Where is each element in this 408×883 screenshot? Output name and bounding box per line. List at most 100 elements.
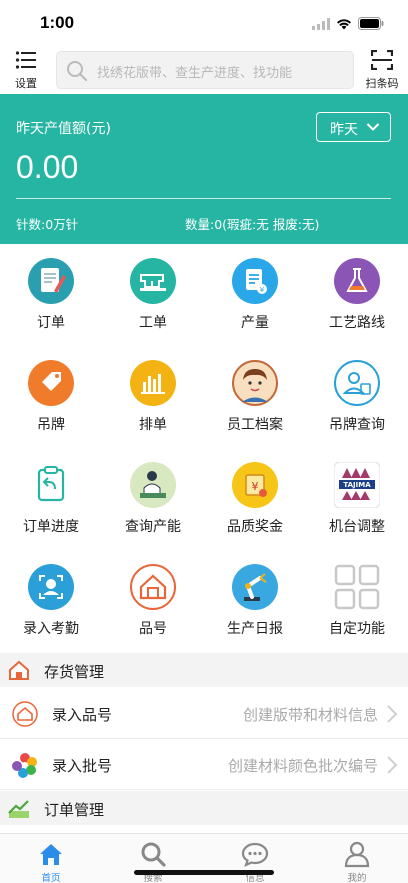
tab-profile[interactable]: 我的 bbox=[306, 838, 408, 883]
grid-label: 吊牌 bbox=[37, 417, 65, 433]
status-time: 1:00 bbox=[40, 13, 75, 32]
scan-barcode-button[interactable]: 扫条码 bbox=[360, 49, 404, 94]
grid-item-schedule[interactable]: 排单 bbox=[102, 354, 204, 454]
battery-icon bbox=[358, 15, 384, 34]
grid-item-quality-bonus[interactable]: ¥ 品质奖金 bbox=[204, 456, 306, 556]
settings-label: 设置 bbox=[15, 77, 37, 90]
grid-label: 工单 bbox=[139, 315, 167, 331]
grid-item-output[interactable]: ¥ 产量 bbox=[204, 252, 306, 352]
orders-section-header: 订单管理 bbox=[0, 791, 408, 825]
period-dropdown[interactable]: 昨天 bbox=[316, 112, 391, 142]
grid-item-product-number[interactable]: 品号 bbox=[102, 558, 204, 658]
chevron-down-icon bbox=[366, 123, 380, 131]
stitch-count: 针数:0万针 bbox=[16, 217, 79, 232]
home-indicator bbox=[134, 870, 274, 875]
home-icon bbox=[40, 844, 62, 865]
search-icon bbox=[67, 61, 88, 82]
inventory-section-header: 存货管理 bbox=[0, 653, 408, 687]
search-input[interactable]: 找绣花版带、查生产进度、找功能 bbox=[56, 51, 354, 89]
summary-title: 昨天产值额(元) bbox=[16, 121, 111, 137]
svg-text:¥: ¥ bbox=[252, 480, 259, 493]
schedule-icon bbox=[130, 360, 176, 406]
custom-grid-icon bbox=[334, 564, 380, 610]
color-palette-icon bbox=[12, 753, 37, 778]
signal-icon bbox=[312, 15, 330, 34]
grid-label: 品号 bbox=[139, 621, 167, 637]
chevron-right-icon bbox=[387, 756, 398, 774]
grid-label: 产量 bbox=[241, 315, 269, 331]
summary-divider bbox=[16, 198, 391, 199]
grid-label: 工艺路线 bbox=[329, 315, 385, 331]
grid-item-capacity[interactable]: 查询产能 bbox=[102, 456, 204, 556]
output-summary-card: 昨天产值额(元) 0.00 昨天 针数:0万针 数量:0(瑕疵:无 报废:无) bbox=[0, 94, 408, 244]
robot-arm-icon bbox=[232, 564, 278, 610]
grid-label: 员工档案 bbox=[227, 417, 283, 433]
search-placeholder: 找绣花版带、查生产进度、找功能 bbox=[97, 66, 293, 81]
search-icon bbox=[141, 842, 166, 867]
bottom-tab-bar: 首页 搜索 信息 我的 bbox=[0, 833, 408, 883]
grid-item-employee[interactable]: 员工档案 bbox=[204, 354, 306, 454]
period-selected: 昨天 bbox=[330, 122, 358, 138]
tab-messages[interactable]: 信息 bbox=[204, 838, 306, 883]
grid-item-work-order[interactable]: 工单 bbox=[102, 252, 204, 352]
grid-label: 查询产能 bbox=[125, 519, 181, 535]
list-row-label: 录入品号 bbox=[52, 706, 113, 724]
grid-item-process-route[interactable]: 工艺路线 bbox=[306, 252, 408, 352]
capacity-icon bbox=[130, 462, 176, 508]
grid-label: 录入考勤 bbox=[23, 621, 79, 637]
list-row-add-product-number[interactable]: 录入品号 创建版带和材料信息 bbox=[0, 689, 408, 739]
status-bar: 1:00 bbox=[0, 0, 408, 44]
trend-chart-icon bbox=[8, 800, 29, 818]
tab-search[interactable]: 搜索 bbox=[102, 838, 204, 883]
list-row-add-batch-number[interactable]: 录入批号 创建材料颜色批次编号 bbox=[0, 740, 408, 790]
chevron-right-icon bbox=[387, 705, 398, 723]
tag-icon bbox=[28, 360, 74, 406]
tag-search-icon bbox=[334, 360, 380, 406]
list-row-description: 创建材料颜色批次编号 bbox=[227, 757, 378, 775]
scan-icon bbox=[370, 49, 394, 74]
list-row-label: 录入批号 bbox=[52, 757, 113, 775]
grid-label: 品质奖金 bbox=[227, 519, 283, 535]
flask-icon bbox=[334, 258, 380, 304]
grid-item-order[interactable]: 订单 bbox=[0, 252, 102, 352]
grid-item-tag-search[interactable]: 吊牌查询 bbox=[306, 354, 408, 454]
status-icons bbox=[312, 15, 384, 34]
scan-label: 扫条码 bbox=[365, 77, 399, 90]
list-row-description: 创建版带和材料信息 bbox=[242, 706, 378, 724]
grid-label: 机台调整 bbox=[329, 519, 385, 535]
tab-label: 首页 bbox=[41, 873, 61, 883]
grid-label: 排单 bbox=[139, 417, 167, 433]
message-icon bbox=[241, 842, 269, 868]
tab-label: 我的 bbox=[347, 873, 367, 883]
grid-item-tag[interactable]: 吊牌 bbox=[0, 354, 102, 454]
svg-text:¥: ¥ bbox=[260, 286, 265, 294]
wifi-icon bbox=[336, 15, 352, 34]
grid-label: 订单进度 bbox=[23, 519, 79, 535]
grid-label: 吊牌查询 bbox=[329, 417, 385, 433]
tajima-icon: TAJIMA bbox=[334, 462, 380, 508]
bonus-icon: ¥ bbox=[232, 462, 278, 508]
grid-item-daily-report[interactable]: 生产日报 bbox=[204, 558, 306, 658]
attendance-icon bbox=[28, 564, 74, 610]
grid-item-attendance[interactable]: 录入考勤 bbox=[0, 558, 102, 658]
order-icon bbox=[28, 258, 74, 304]
grid-label: 生产日报 bbox=[227, 621, 283, 637]
inventory-title: 存货管理 bbox=[44, 663, 105, 681]
sewing-machine-icon bbox=[130, 258, 176, 304]
settings-button[interactable]: 设置 bbox=[8, 50, 44, 94]
menu-icon bbox=[15, 51, 37, 74]
top-bar: 设置 找绣花版带、查生产进度、找功能 扫条码 bbox=[0, 44, 408, 94]
summary-value: 0.00 bbox=[16, 149, 79, 185]
profile-icon bbox=[344, 841, 370, 868]
grid-item-order-progress[interactable]: 订单进度 bbox=[0, 456, 102, 556]
grid-item-machine-adjust[interactable]: TAJIMA 机台调整 bbox=[306, 456, 408, 556]
grid-item-custom[interactable]: 自定功能 bbox=[306, 558, 408, 658]
product-icon bbox=[12, 701, 38, 727]
orders-title: 订单管理 bbox=[44, 801, 105, 819]
grid-label: 自定功能 bbox=[329, 621, 385, 637]
house-icon bbox=[9, 660, 29, 680]
grid-label: 订单 bbox=[37, 315, 65, 331]
output-icon: ¥ bbox=[232, 258, 278, 304]
quantity-summary: 数量:0(瑕疵:无 报废:无) bbox=[185, 217, 320, 232]
tab-home[interactable]: 首页 bbox=[0, 838, 102, 883]
